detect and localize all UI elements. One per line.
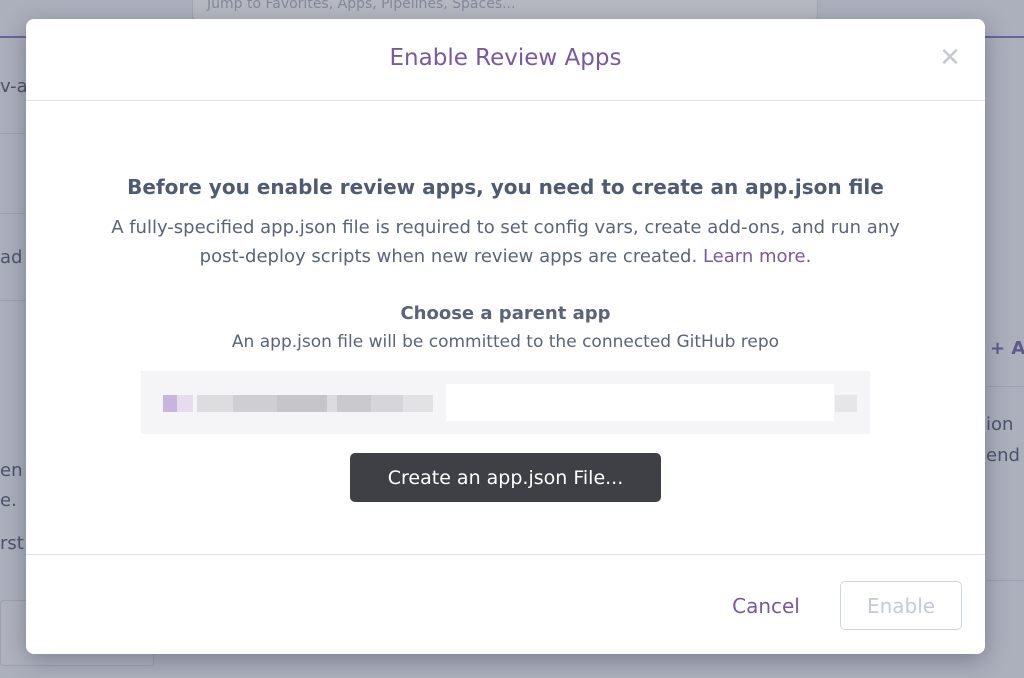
parent-app-label: Choose a parent app xyxy=(400,303,611,324)
enable-button[interactable]: Enable xyxy=(840,581,962,630)
cancel-button[interactable]: Cancel xyxy=(716,591,816,621)
modal-title: Enable Review Apps xyxy=(389,45,622,71)
modal-header: Enable Review Apps ✕ xyxy=(26,19,985,101)
parent-app-hint: An app.json file will be committed to th… xyxy=(231,332,780,352)
chevron-down-icon xyxy=(835,395,857,412)
create-app-json-button[interactable]: Create an app.json File... xyxy=(350,453,661,502)
info-description: A fully-specified app.json file is requi… xyxy=(96,213,915,271)
learn-more-link[interactable]: Learn more xyxy=(703,246,806,267)
info-heading: Before you enable review apps, you need … xyxy=(127,175,884,199)
description-period: . xyxy=(805,246,812,267)
enable-review-apps-modal: Enable Review Apps ✕ Before you enable r… xyxy=(26,19,985,654)
modal-footer: Cancel Enable xyxy=(26,554,985,654)
parent-app-select[interactable] xyxy=(141,371,870,434)
redacted-app-name xyxy=(163,395,449,412)
close-icon[interactable]: ✕ xyxy=(939,45,961,71)
parent-app-select-field xyxy=(446,384,834,421)
